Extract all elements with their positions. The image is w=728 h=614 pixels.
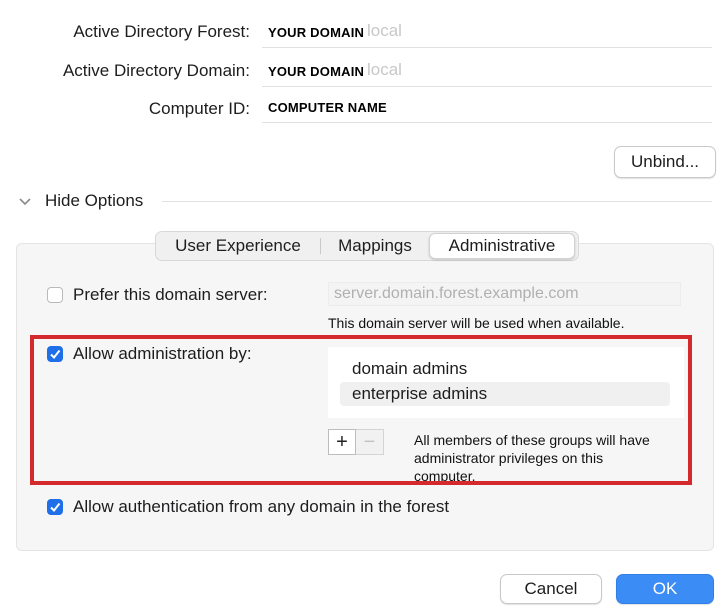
- cancel-button[interactable]: Cancel: [500, 574, 602, 604]
- tab-mappings[interactable]: Mappings: [321, 233, 429, 259]
- computer-id-value: COMPUTER NAME: [268, 100, 387, 115]
- ok-button[interactable]: OK: [616, 574, 714, 604]
- domain-label: Active Directory Domain:: [62, 61, 250, 80]
- prefer-server-checkbox[interactable]: [47, 287, 63, 303]
- computer-id-field[interactable]: COMPUTER NAME: [262, 92, 712, 123]
- allow-auth-checkbox[interactable]: [47, 499, 63, 515]
- server-input[interactable]: server.domain.forest.example.com: [328, 282, 681, 306]
- forest-value: YOUR DOMAIN: [268, 25, 365, 40]
- tab-bar: User Experience Mappings Administrative: [155, 231, 579, 261]
- prefer-server-label: Prefer this domain server:: [73, 285, 268, 304]
- tab-administrative[interactable]: Administrative: [429, 233, 575, 259]
- hide-options-toggle[interactable]: Hide Options: [45, 191, 143, 211]
- forest-ghost-text: local: [367, 21, 402, 40]
- server-note: This domain server will be used when ava…: [328, 315, 625, 331]
- domain-ghost-text: local: [367, 60, 402, 79]
- highlight-annotation: [30, 335, 692, 485]
- options-divider: [162, 201, 712, 202]
- domain-value: YOUR DOMAIN: [268, 64, 365, 79]
- computer-id-label: Computer ID:: [148, 99, 250, 118]
- forest-label: Active Directory Forest:: [73, 22, 250, 41]
- tab-user-experience[interactable]: User Experience: [156, 233, 320, 259]
- domain-field[interactable]: local YOUR DOMAIN: [262, 56, 712, 87]
- checkmark-icon: [50, 502, 61, 513]
- chevron-down-icon[interactable]: [16, 192, 36, 212]
- allow-auth-label: Allow authentication from any domain in …: [73, 497, 450, 516]
- server-input-placeholder: server.domain.forest.example.com: [334, 285, 579, 302]
- forest-field[interactable]: local YOUR DOMAIN: [262, 17, 712, 48]
- unbind-button[interactable]: Unbind...: [614, 146, 716, 178]
